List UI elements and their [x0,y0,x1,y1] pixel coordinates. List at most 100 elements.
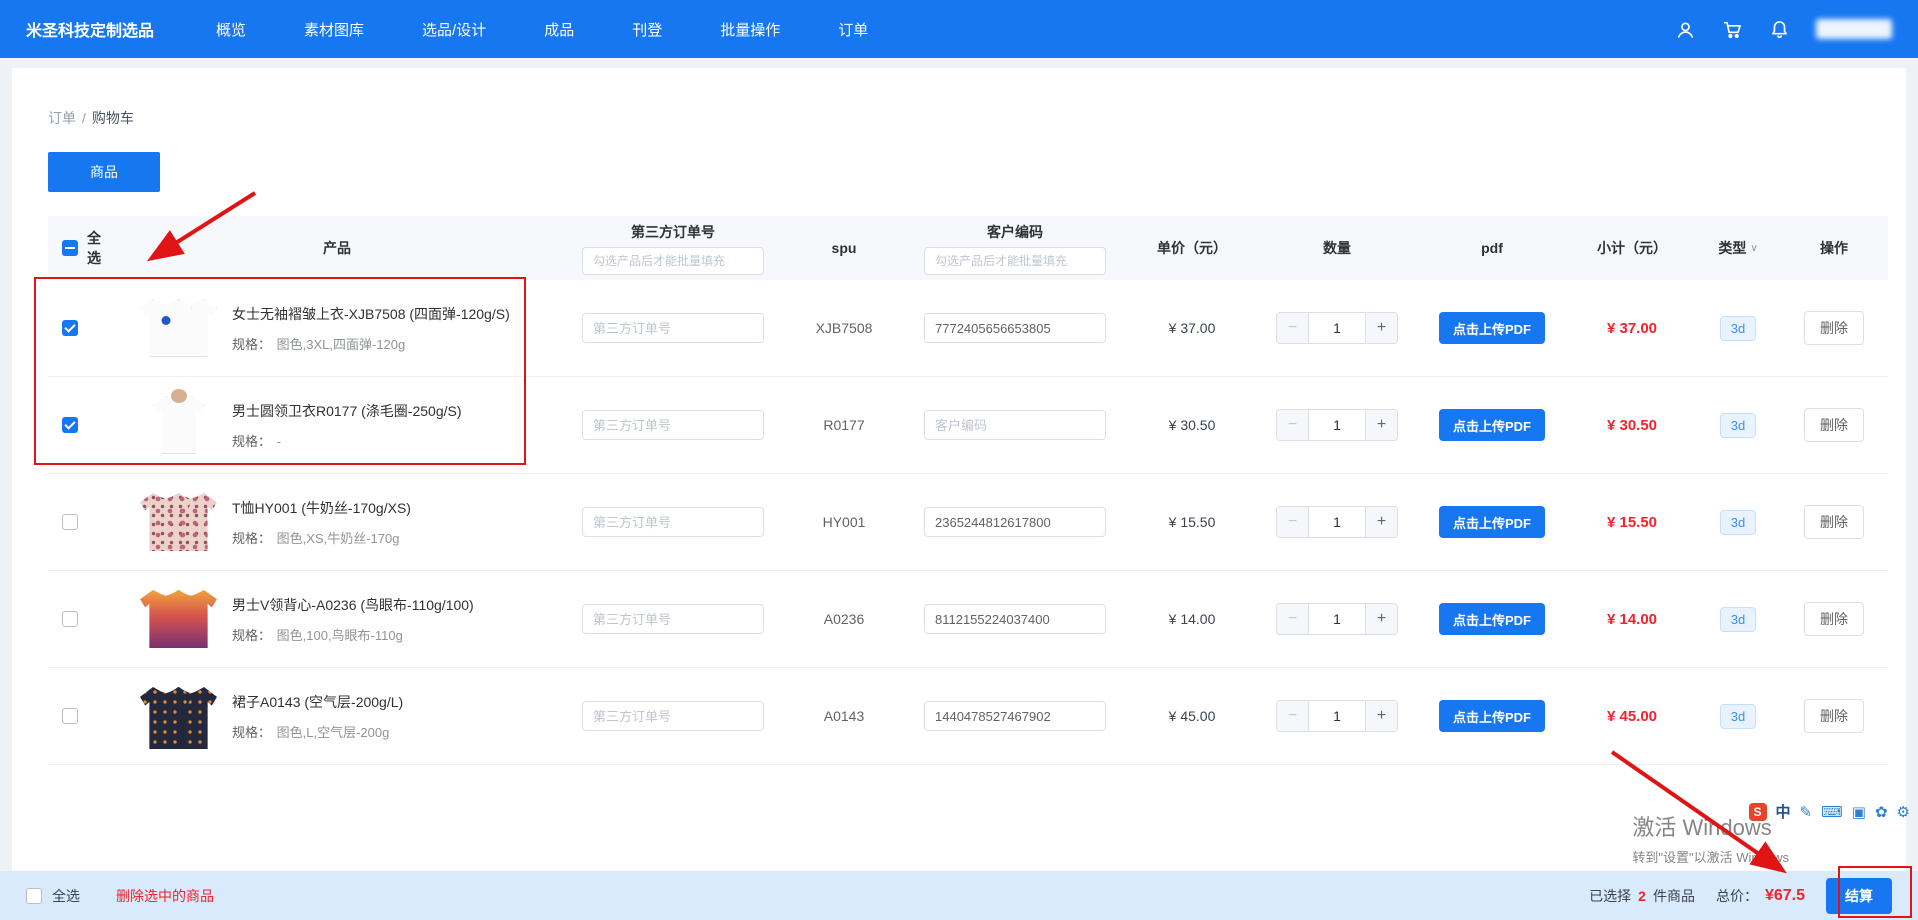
nav-item-publish[interactable]: 刊登 [632,19,662,40]
product-cell: 女士无袖褶皱上衣-XJB7508 (四面弹-120g/S) 规格： 图色,3XL… [112,292,562,364]
qty-increase-button[interactable]: + [1365,410,1397,440]
ime-pen-icon[interactable]: ✎ [1800,803,1813,821]
qty-increase-button[interactable]: + [1365,507,1397,537]
type-cell: 3d [1696,607,1780,632]
ime-skin-icon[interactable]: ✿ [1875,803,1888,821]
header-type-filter[interactable]: 类型 ∨ [1696,238,1780,258]
row-checkbox[interactable] [62,611,78,627]
unit-price: ¥ 15.50 [1169,514,1216,530]
row-checkbox[interactable] [62,320,78,336]
customer-code-input[interactable] [924,604,1106,634]
product-cell: 男士V领背心-A0236 (鸟眼布-110g/100) 规格： 图色,100,鸟… [112,583,562,655]
delete-button[interactable]: 删除 [1804,505,1864,539]
customer-code-input[interactable] [924,507,1106,537]
subtotal-value: ¥ 30.50 [1607,417,1657,434]
unit-price: ¥ 30.50 [1169,417,1216,433]
spu-value: A0143 [824,708,864,724]
upload-pdf-button[interactable]: 点击上传PDF [1439,700,1545,732]
nav-item-orders[interactable]: 订单 [838,19,868,40]
type-badge[interactable]: 3d [1720,413,1756,438]
breadcrumb-orders[interactable]: 订单 [48,110,76,126]
nav-item-finished-products[interactable]: 成品 [544,19,574,40]
brand-logo[interactable]: 米圣科技定制选品 [26,17,154,41]
tab-products[interactable]: 商品 [48,152,160,192]
third-party-order-input[interactable] [582,313,764,343]
ime-logo-icon[interactable]: S [1749,803,1767,821]
price-cell: ¥ 45.00 [1126,708,1258,724]
qty-increase-button[interactable]: + [1365,313,1397,343]
upload-pdf-button[interactable]: 点击上传PDF [1439,506,1545,538]
qty-decrease-button[interactable]: − [1277,701,1309,731]
chevron-down-icon[interactable]: ∨ [1750,243,1757,254]
qty-value[interactable]: 1 [1309,701,1365,731]
delete-button[interactable]: 删除 [1804,699,1864,733]
price-cell: ¥ 14.00 [1126,611,1258,627]
product-image[interactable] [140,292,218,364]
customer-service-icon[interactable] [1675,19,1696,40]
delete-button[interactable]: 删除 [1804,408,1864,442]
footer-select-all-checkbox[interactable] [26,888,42,904]
bell-icon[interactable] [1769,19,1790,40]
type-badge[interactable]: 3d [1720,316,1756,341]
qty-value[interactable]: 1 [1309,313,1365,343]
third-party-order-input[interactable] [582,410,764,440]
upload-pdf-button[interactable]: 点击上传PDF [1439,409,1545,441]
delete-button[interactable]: 删除 [1804,311,1864,345]
qty-decrease-button[interactable]: − [1277,313,1309,343]
username-redacted[interactable] [1816,19,1892,39]
type-badge[interactable]: 3d [1720,510,1756,535]
qty-value[interactable]: 1 [1309,410,1365,440]
spu-cell: A0236 [784,611,904,627]
qty-value[interactable]: 1 [1309,604,1365,634]
price-cell: ¥ 37.00 [1126,320,1258,336]
ime-mode-icon[interactable]: 中 [1776,801,1791,822]
ime-keyboard-icon[interactable]: ⌨ [1821,803,1843,821]
ime-settings-icon[interactable]: ⚙ [1897,803,1910,821]
customer-code-input[interactable] [924,410,1106,440]
ime-board-icon[interactable]: ▣ [1852,803,1866,821]
product-title: 女士无袖褶皱上衣-XJB7508 (四面弹-120g/S) [232,304,510,324]
third-party-order-input[interactable] [582,604,764,634]
qty-cell: − 1 + [1258,603,1416,635]
third-party-order-input[interactable] [582,507,764,537]
delete-selected-link[interactable]: 删除选中的商品 [116,886,214,906]
customer-code-input[interactable] [924,313,1106,343]
product-image[interactable] [140,389,218,461]
header-unit-price: 单价（元） [1126,238,1258,258]
qty-increase-button[interactable]: + [1365,701,1397,731]
type-badge[interactable]: 3d [1720,607,1756,632]
row-checkbox[interactable] [62,417,78,433]
batch-code-input[interactable] [924,247,1106,275]
delete-button[interactable]: 删除 [1804,602,1864,636]
product-image[interactable] [140,486,218,558]
cart-icon[interactable] [1722,19,1743,40]
qty-decrease-button[interactable]: − [1277,604,1309,634]
product-text: 女士无袖褶皱上衣-XJB7508 (四面弹-120g/S) 规格： 图色,3XL… [232,304,510,353]
select-all-checkbox[interactable] [62,240,78,256]
batch-order-input[interactable] [582,247,764,275]
qty-value[interactable]: 1 [1309,507,1365,537]
product-title: 裙子A0143 (空气层-200g/L) [232,692,403,712]
third-party-order-input[interactable] [582,701,764,731]
nav-item-selection-design[interactable]: 选品/设计 [422,19,486,40]
type-badge[interactable]: 3d [1720,704,1756,729]
qty-decrease-button[interactable]: − [1277,507,1309,537]
nav-item-batch-operations[interactable]: 批量操作 [720,19,780,40]
row-checkbox[interactable] [62,708,78,724]
nav-item-material-gallery[interactable]: 素材图库 [304,19,364,40]
nav-item-overview[interactable]: 概览 [216,19,246,40]
qty-cell: − 1 + [1258,506,1416,538]
upload-pdf-button[interactable]: 点击上传PDF [1439,603,1545,635]
checkout-button[interactable]: 结算 [1826,878,1892,914]
spu-value: XJB7508 [816,320,873,336]
qty-increase-button[interactable]: + [1365,604,1397,634]
order-cell [562,410,784,440]
customer-code-input[interactable] [924,701,1106,731]
nav-right [1675,19,1892,40]
row-checkbox[interactable] [62,514,78,530]
table-row: T恤HY001 (牛奶丝-170g/XS) 规格： 图色,XS,牛奶丝-170g… [48,474,1888,571]
product-image[interactable] [140,680,218,752]
qty-decrease-button[interactable]: − [1277,410,1309,440]
upload-pdf-button[interactable]: 点击上传PDF [1439,312,1545,344]
product-image[interactable] [140,583,218,655]
